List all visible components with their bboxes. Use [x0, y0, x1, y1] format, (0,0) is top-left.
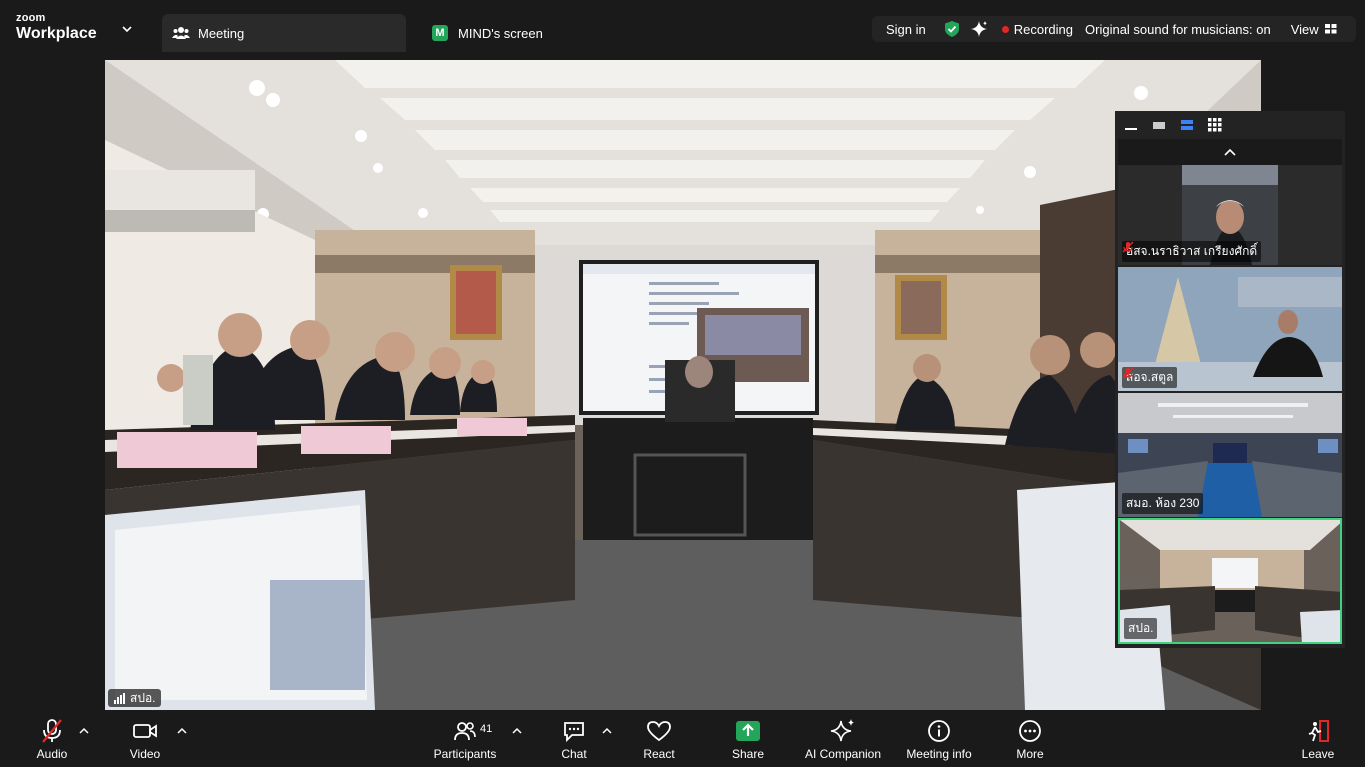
- minimize-icon[interactable]: [1123, 118, 1139, 132]
- shield-check-icon[interactable]: [944, 20, 960, 38]
- participants-label: Participants: [433, 747, 497, 761]
- connection-strength-icon: [114, 692, 126, 704]
- more-label: More: [1016, 747, 1044, 761]
- chevron-up-icon[interactable]: [177, 726, 187, 736]
- video-label: Video: [129, 747, 161, 761]
- tile-name-label: อสจ.นราธิวาส เกรียงศักดิ์: [1122, 241, 1262, 262]
- video-tile[interactable]: สมอ. ห้อง 230: [1118, 393, 1342, 517]
- gallery-toolbar: [1115, 111, 1345, 139]
- participants-count: 41: [480, 723, 493, 735]
- ai-companion-button[interactable]: AI Companion: [802, 718, 884, 764]
- meeting-toolbar: Audio Video Participants 41 Chat React S…: [0, 710, 1365, 767]
- camera-icon: [131, 718, 159, 744]
- ai-companion-label: AI Companion: [804, 747, 882, 761]
- brand-top: zoom: [16, 12, 46, 24]
- main-video-name-label: สปอ.: [108, 689, 162, 707]
- chevron-up-icon[interactable]: [602, 726, 612, 736]
- recording-dot-icon: [1001, 25, 1009, 33]
- react-button[interactable]: React: [640, 718, 678, 764]
- share-button[interactable]: Share: [728, 718, 768, 764]
- heart-icon: [645, 718, 673, 744]
- view-button[interactable]: View: [1291, 22, 1319, 37]
- speaker-view-icon[interactable]: [1151, 118, 1167, 132]
- ai-sparkle-icon[interactable]: [970, 20, 988, 38]
- recording-status[interactable]: Recording: [1014, 22, 1073, 37]
- grid-view-icon[interactable]: [1207, 118, 1223, 132]
- meeting-info-label: Meeting info: [906, 747, 972, 761]
- sign-in-button[interactable]: Sign in: [886, 22, 926, 37]
- scroll-up-button[interactable]: [1118, 139, 1342, 165]
- tile-name: สมอ. ห้อง 230: [1126, 496, 1200, 510]
- strip-view-icon[interactable]: [1179, 118, 1195, 132]
- chevron-up-icon[interactable]: [512, 726, 522, 736]
- video-tile-active[interactable]: สปอ.: [1118, 518, 1342, 644]
- chat-button[interactable]: Chat: [556, 718, 592, 764]
- audio-label: Audio: [36, 747, 68, 761]
- mic-muted-icon: [1122, 367, 1134, 379]
- main-video-name: สปอ.: [130, 690, 156, 705]
- more-dots-icon: [1016, 718, 1044, 744]
- chevron-down-icon[interactable]: [120, 22, 134, 36]
- main-video-feed[interactable]: [105, 60, 1261, 710]
- status-bar: Sign in Recording Original sound for mus…: [872, 16, 1356, 42]
- video-tile[interactable]: สอจ.สตูล: [1118, 267, 1342, 391]
- leave-door-icon: [1304, 718, 1332, 744]
- leave-label: Leave: [1301, 747, 1335, 761]
- conference-room-image: [105, 60, 1261, 710]
- chevron-up-icon: [1224, 148, 1236, 156]
- top-bar: zoom Workplace Meeting M MIND's screen S…: [0, 0, 1365, 56]
- grid-view-icon[interactable]: [1324, 24, 1337, 34]
- chat-bubble-icon: [560, 718, 588, 744]
- sharer-avatar: M: [432, 25, 448, 41]
- tab-shared-screen-label: MIND's screen: [458, 25, 543, 41]
- meeting-info-button[interactable]: Meeting info: [902, 718, 976, 764]
- original-sound-status[interactable]: Original sound for musicians: on: [1085, 22, 1271, 37]
- chat-label: Chat: [561, 747, 587, 761]
- audio-button[interactable]: Audio: [34, 718, 70, 764]
- mic-muted-icon: [38, 718, 66, 744]
- brand-bottom: Workplace: [16, 25, 97, 42]
- participants-icon: [451, 718, 479, 744]
- tab-meeting-label: Meeting: [198, 25, 245, 41]
- share-label: Share: [731, 747, 765, 761]
- chevron-up-icon[interactable]: [79, 726, 89, 736]
- gallery-panel: อสจ.นราธิวาส เกรียงศักดิ์ สอจ.สตูล สมอ. …: [1115, 111, 1345, 648]
- tab-shared-screen[interactable]: M MIND's screen: [422, 14, 622, 52]
- more-button[interactable]: More: [1012, 718, 1048, 764]
- tile-name: สปอ.: [1128, 621, 1154, 635]
- app-logo[interactable]: zoom Workplace: [16, 13, 97, 42]
- tile-name: อสจ.นราธิวาส เกรียงศักดิ์: [1126, 244, 1258, 258]
- tab-meeting[interactable]: Meeting: [162, 14, 406, 52]
- ai-sparkle-icon: [829, 718, 857, 744]
- tile-name-label: สมอ. ห้อง 230: [1122, 493, 1204, 514]
- video-button[interactable]: Video: [126, 718, 164, 764]
- info-icon: [925, 718, 953, 744]
- share-screen-icon: [734, 718, 762, 744]
- react-label: React: [643, 747, 675, 761]
- mic-muted-icon: [1122, 241, 1134, 253]
- zoom-app: zoom Workplace Meeting M MIND's screen S…: [0, 0, 1365, 767]
- tile-name-label: สอจ.สตูล: [1122, 367, 1178, 388]
- leave-button[interactable]: Leave: [1300, 718, 1336, 764]
- tile-name-label: สปอ.: [1124, 618, 1158, 639]
- video-tile[interactable]: อสจ.นราธิวาส เกรียงศักดิ์: [1118, 165, 1342, 265]
- participants-icon: [172, 24, 190, 42]
